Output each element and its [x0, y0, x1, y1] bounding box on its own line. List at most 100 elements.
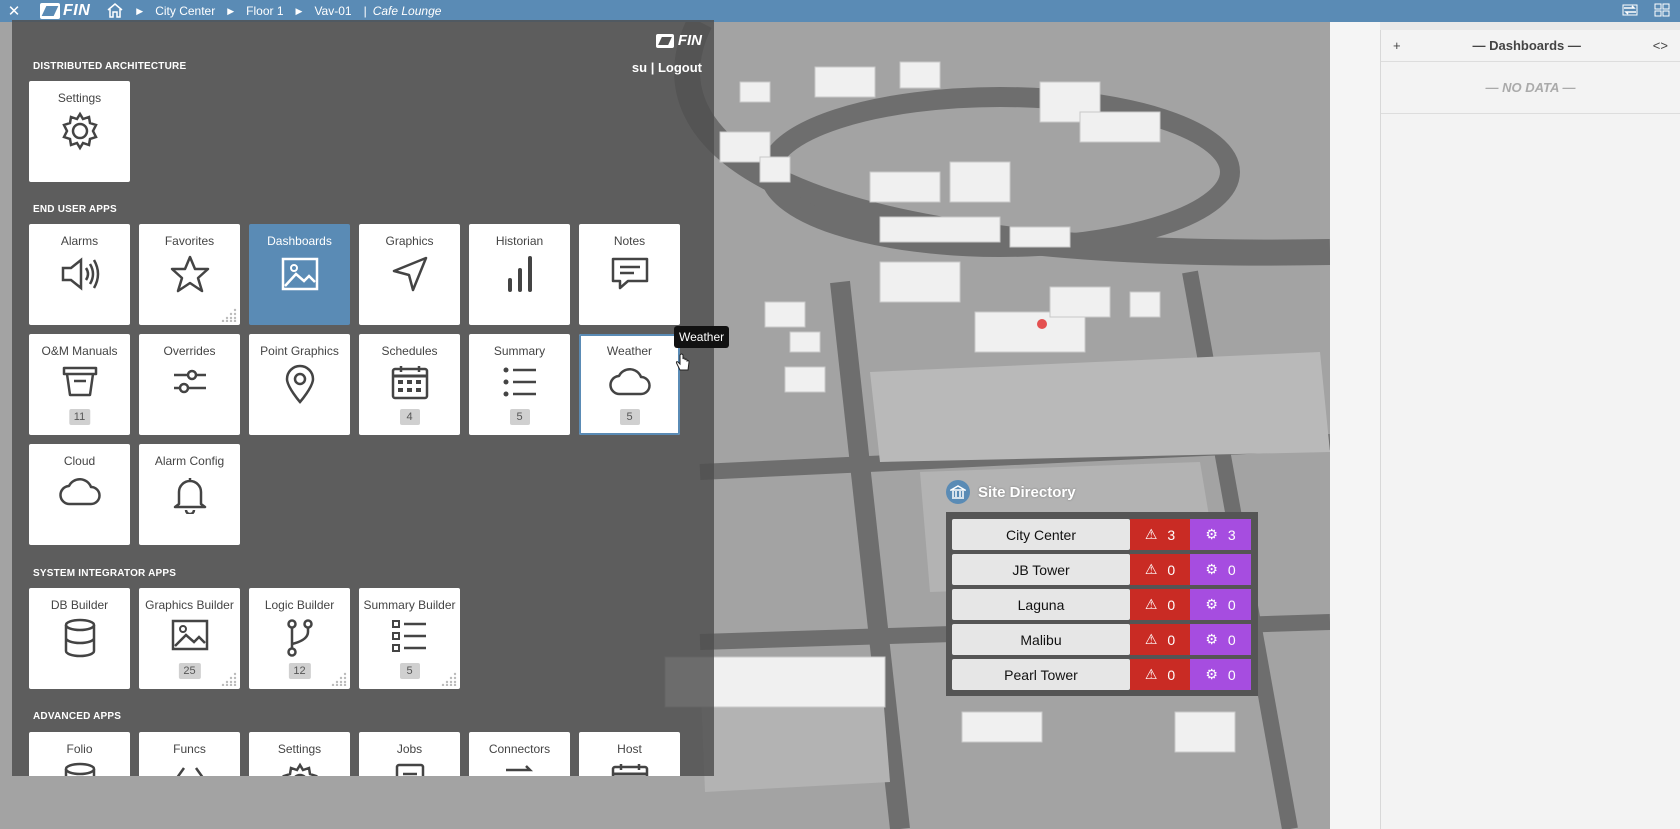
site-config-count[interactable]: ⚙ 0	[1190, 659, 1251, 690]
app-tile-badge: 5	[399, 663, 420, 679]
section-title-end-user: END USER APPS	[33, 204, 117, 215]
breadcrumb-separator-icon: ▶	[136, 5, 144, 16]
grid-layout-icon[interactable]	[1654, 3, 1670, 20]
database-icon	[29, 762, 130, 776]
app-tile-badge: 12	[288, 663, 311, 679]
cloud-icon	[579, 364, 680, 398]
section-title-distributed: DISTRIBUTED ARCHITECTURE	[33, 61, 187, 72]
app-tile-weather[interactable]: Weather 5	[579, 334, 680, 435]
site-name[interactable]: Pearl Tower	[952, 659, 1130, 690]
username[interactable]: su	[632, 60, 647, 75]
breadcrumb-item-floor[interactable]: Floor 1	[246, 4, 283, 18]
app-tile-connectors[interactable]: Connectors	[469, 732, 570, 776]
app-tile-jobs[interactable]: Jobs	[359, 732, 460, 776]
breadcrumb-separator-icon: ▶	[227, 5, 235, 16]
app-tile-om-manuals[interactable]: O&M Manuals 11	[29, 334, 130, 435]
site-config-count[interactable]: ⚙ 0	[1190, 554, 1251, 585]
site-name[interactable]: Malibu	[952, 624, 1130, 655]
app-tile-label: Graphics Builder	[145, 598, 234, 612]
branch-icon	[249, 618, 350, 658]
refresh-icon[interactable]	[1622, 3, 1638, 20]
image-icon	[139, 618, 240, 652]
gear-icon: ⚙	[1205, 561, 1218, 577]
app-tile-host[interactable]: Host	[579, 732, 680, 776]
site-config-count[interactable]: ⚙ 3	[1190, 519, 1251, 550]
app-tile-cloud[interactable]: Cloud	[29, 444, 130, 545]
site-row[interactable]: City Center ⚠ 3 ⚙ 3	[952, 519, 1252, 550]
app-tile-alarms[interactable]: Alarms	[29, 224, 130, 325]
alarm-count-value: 0	[1167, 666, 1176, 683]
logout-link[interactable]: Logout	[658, 60, 702, 75]
app-tile-overrides[interactable]: Overrides	[139, 334, 240, 435]
site-name[interactable]: Laguna	[952, 589, 1130, 620]
app-tile-settings[interactable]: Settings	[29, 81, 130, 182]
breadcrumb-item-equip[interactable]: Vav-01	[314, 4, 351, 18]
app-tile-badge: 25	[178, 663, 201, 679]
app-tile-label: Graphics	[385, 234, 434, 248]
app-tile-alarm-config[interactable]: Alarm Config	[139, 444, 240, 545]
site-alarm-count[interactable]: ⚠ 3	[1130, 519, 1190, 550]
app-tile-favorites[interactable]: Favorites	[139, 224, 240, 325]
app-tile-notes[interactable]: Notes	[579, 224, 680, 325]
app-tile-label: Alarms	[60, 234, 99, 248]
gear-icon: ⚙	[1205, 596, 1218, 612]
breadcrumb-separator-icon: ▶	[295, 5, 303, 16]
site-row[interactable]: Laguna ⚠ 0 ⚙ 0	[952, 589, 1252, 620]
site-row[interactable]: JB Tower ⚠ 0 ⚙ 0	[952, 554, 1252, 585]
alarm-count-value: 0	[1167, 561, 1176, 578]
panel-toggle-button[interactable]: <>	[1653, 38, 1668, 53]
app-tile-graphics[interactable]: Graphics	[359, 224, 460, 325]
warning-icon: ⚠	[1144, 596, 1158, 612]
app-tile-advanced-settings[interactable]: Settings	[249, 732, 350, 776]
site-config-count[interactable]: ⚙ 0	[1190, 589, 1251, 620]
connector-icon	[469, 762, 570, 776]
app-tile-label: DB Builder	[50, 598, 109, 612]
resize-dots-icon	[221, 672, 237, 686]
dashboards-title: — Dashboards —	[1472, 38, 1581, 53]
fin-logo[interactable]: FIN	[40, 2, 90, 20]
basket-icon	[29, 364, 130, 398]
app-tile-label: Point Graphics	[260, 344, 339, 358]
app-tile-logic-builder[interactable]: Logic Builder 12	[249, 588, 350, 689]
site-alarm-count[interactable]: ⚠ 0	[1130, 589, 1190, 620]
site-name[interactable]: JB Tower	[952, 554, 1130, 585]
app-tile-label: Historian	[495, 234, 544, 248]
home-icon[interactable]	[106, 2, 124, 21]
close-icon[interactable]: ✕	[0, 2, 28, 20]
app-tile-point-graphics[interactable]: Point Graphics	[249, 334, 350, 435]
app-tile-funcs[interactable]: Funcs	[139, 732, 240, 776]
site-alarm-count[interactable]: ⚠ 0	[1130, 624, 1190, 655]
app-tile-db-builder[interactable]: DB Builder	[29, 588, 130, 689]
site-row[interactable]: Malibu ⚠ 0 ⚙ 0	[952, 624, 1252, 655]
add-dashboard-button[interactable]: +	[1393, 38, 1401, 53]
site-alarm-count[interactable]: ⚠ 0	[1130, 659, 1190, 690]
config-count-value: 0	[1227, 631, 1236, 648]
gear-icon	[29, 111, 130, 151]
app-tile-label: Summary	[493, 344, 546, 358]
list-icon	[359, 618, 460, 654]
app-tile-label: Notes	[613, 234, 646, 248]
breadcrumb-divider: |	[363, 4, 367, 18]
gear-icon: ⚙	[1205, 666, 1218, 682]
resize-dots-icon	[331, 672, 347, 686]
top-bar: ✕ FIN ▶ City Center ▶ Floor 1 ▶ Vav-01 |…	[0, 0, 1680, 22]
app-tile-summary[interactable]: Summary 5	[469, 334, 570, 435]
app-tile-folio[interactable]: Folio	[29, 732, 130, 776]
app-tile-dashboards[interactable]: Dashboards	[249, 224, 350, 325]
document-icon	[359, 762, 460, 776]
app-launcher: FIN su | Logout DISTRIBUTED ARCHITECTURE…	[12, 20, 714, 776]
app-tile-schedules[interactable]: Schedules 4	[359, 334, 460, 435]
site-row[interactable]: Pearl Tower ⚠ 0 ⚙ 0	[952, 659, 1252, 690]
app-tile-summary-builder[interactable]: Summary Builder 5	[359, 588, 460, 689]
app-tile-label: Favorites	[164, 234, 215, 248]
resize-dots-icon	[221, 308, 237, 322]
message-icon	[579, 254, 680, 294]
site-config-count[interactable]: ⚙ 0	[1190, 624, 1251, 655]
app-tile-historian[interactable]: Historian	[469, 224, 570, 325]
app-tile-label: Overrides	[163, 344, 216, 358]
site-alarm-count[interactable]: ⚠ 0	[1130, 554, 1190, 585]
breadcrumb-item-site[interactable]: City Center	[155, 4, 215, 18]
fin-logo-mark-icon	[40, 3, 60, 19]
site-name[interactable]: City Center	[952, 519, 1130, 550]
app-tile-graphics-builder[interactable]: Graphics Builder 25	[139, 588, 240, 689]
